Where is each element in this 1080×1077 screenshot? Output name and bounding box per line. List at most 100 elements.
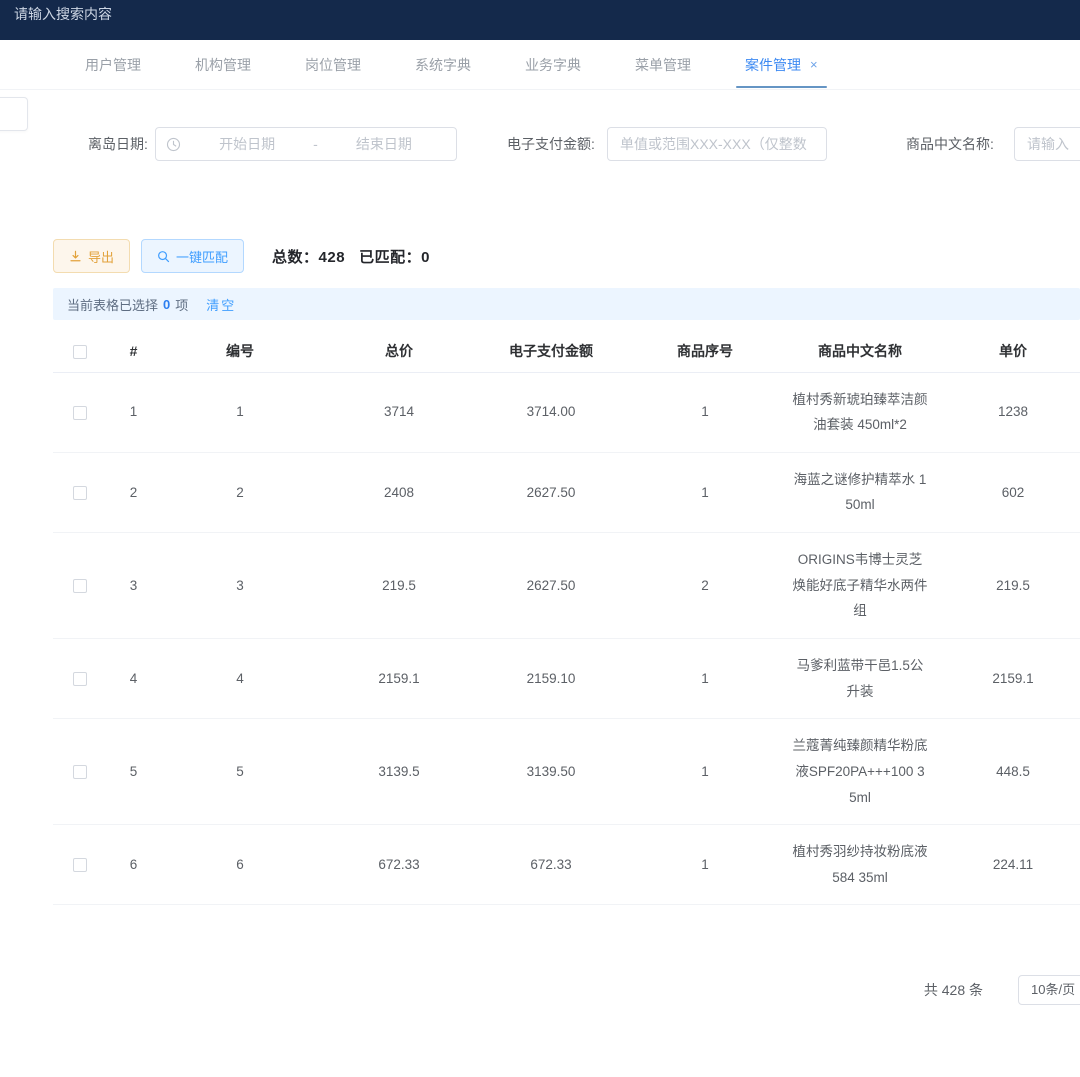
cell-epay-amount: 3714.00 bbox=[478, 372, 624, 452]
column-label: 电子支付金额 bbox=[509, 343, 593, 359]
cell-product-name: 海蓝之谜修护精萃水 150ml bbox=[786, 452, 934, 532]
cell-index: 3 bbox=[107, 533, 160, 639]
global-search-input[interactable] bbox=[14, 6, 274, 22]
download-icon bbox=[69, 250, 82, 263]
cell-index: 5 bbox=[107, 719, 160, 825]
table-row: 5 5 3139.5 3139.50 1 兰蔻菁纯臻颜精华粉底液SPF20PA+… bbox=[53, 719, 1080, 825]
tab-close-icon[interactable]: × bbox=[810, 58, 818, 71]
column-label: 商品中文名称 bbox=[818, 343, 902, 359]
cell-product-seq: 1 bbox=[624, 719, 786, 825]
table-row: 2 2 2408 2627.50 1 海蓝之谜修护精萃水 150ml 602 bbox=[53, 452, 1080, 532]
row-checkbox[interactable] bbox=[73, 406, 87, 420]
tab-item[interactable]: 用户管理 bbox=[58, 40, 168, 89]
selection-bar: 当前表格已选择 0 项 清空 bbox=[53, 288, 1080, 320]
table-row: 3 3 219.5 2627.50 2 ORIGINS韦博士灵芝焕能好底子精华水… bbox=[53, 533, 1080, 639]
sidebar-collapse-handle[interactable] bbox=[0, 97, 28, 131]
tab-item[interactable]: 业务字典 bbox=[498, 40, 608, 89]
data-table: # 编号 总价 电子支付金额 商品序号 商品中文名称 单价 1 1 3714 3714.00… bbox=[53, 330, 1080, 905]
product-name-input[interactable] bbox=[1015, 136, 1080, 152]
search-icon bbox=[157, 250, 170, 263]
date-range-picker[interactable]: - bbox=[155, 127, 457, 161]
tab-label: 业务字典 bbox=[525, 55, 581, 75]
column-label: 总价 bbox=[385, 343, 413, 359]
column-label: 单价 bbox=[999, 343, 1027, 359]
tab-item[interactable]: 机构管理 bbox=[168, 40, 278, 89]
cell-unit-price: 219.5 bbox=[934, 533, 1080, 639]
matched-value: 0 bbox=[421, 249, 430, 266]
table-body: 1 1 3714 3714.00 1 植村秀新琥珀臻萃洁颜油套装 450ml*2… bbox=[53, 372, 1080, 905]
row-checkbox[interactable] bbox=[73, 858, 87, 872]
table-row: 1 1 3714 3714.00 1 植村秀新琥珀臻萃洁颜油套装 450ml*2… bbox=[53, 372, 1080, 452]
tab-item[interactable]: 系统字典 bbox=[388, 40, 498, 89]
column-header[interactable]: 单价 bbox=[934, 330, 1080, 372]
cell-product-seq: 1 bbox=[624, 372, 786, 452]
row-checkbox[interactable] bbox=[73, 579, 87, 593]
cell-epay-amount: 2627.50 bbox=[478, 452, 624, 532]
table-row: 6 6 672.33 672.33 1 植村秀羽纱持妆粉底液 584 35ml … bbox=[53, 825, 1080, 905]
amount-filter-label: 电子支付金额: bbox=[507, 127, 595, 161]
cell-epay-amount: 672.33 bbox=[478, 825, 624, 905]
column-header[interactable]: 商品序号 bbox=[624, 330, 786, 372]
column-header[interactable]: 编号 bbox=[160, 330, 320, 372]
tab-label: 用户管理 bbox=[85, 55, 141, 75]
cell-code: 2 bbox=[160, 452, 320, 532]
total-value: 428 bbox=[319, 249, 346, 266]
cell-total-price: 3139.5 bbox=[320, 719, 478, 825]
total-label: 总数： bbox=[272, 249, 319, 266]
cell-total-price: 2408 bbox=[320, 452, 478, 532]
tab-item[interactable]: 岗位管理 bbox=[278, 40, 388, 89]
cell-product-name: 植村秀羽纱持妆粉底液 584 35ml bbox=[786, 825, 934, 905]
select-all-checkbox[interactable] bbox=[73, 345, 87, 359]
column-header[interactable]: 总价 bbox=[320, 330, 478, 372]
cell-unit-price: 1238 bbox=[934, 372, 1080, 452]
row-checkbox[interactable] bbox=[73, 672, 87, 686]
filter-row: 离岛日期: - 电子支付金额: 商品中文名称: bbox=[0, 127, 1080, 163]
row-checkbox-cell bbox=[53, 372, 107, 452]
tab-item[interactable]: 菜单管理 bbox=[608, 40, 718, 89]
tab-label: 机构管理 bbox=[195, 55, 251, 75]
row-checkbox[interactable] bbox=[73, 486, 87, 500]
cell-product-seq: 2 bbox=[624, 533, 786, 639]
product-name-input-box bbox=[1014, 127, 1080, 161]
product-name-filter-label: 商品中文名称: bbox=[906, 127, 994, 161]
tab-label: 案件管理 bbox=[745, 55, 801, 75]
amount-input-box bbox=[607, 127, 827, 161]
column-header[interactable]: 商品中文名称 bbox=[786, 330, 934, 372]
amount-input[interactable] bbox=[608, 136, 826, 152]
export-button-label: 导出 bbox=[88, 247, 114, 266]
cell-index: 4 bbox=[107, 638, 160, 718]
start-date-input[interactable] bbox=[185, 136, 309, 152]
row-checkbox-cell bbox=[53, 638, 107, 718]
cell-product-name: 兰蔻菁纯臻颜精华粉底液SPF20PA+++100 35ml bbox=[786, 719, 934, 825]
date-range-separator: - bbox=[309, 136, 322, 152]
tab-label: 岗位管理 bbox=[305, 55, 361, 75]
column-label: # bbox=[130, 343, 138, 359]
cell-epay-amount: 3139.50 bbox=[478, 719, 624, 825]
table-header-row: # 编号 总价 电子支付金额 商品序号 商品中文名称 单价 bbox=[53, 330, 1080, 372]
cell-total-price: 2159.1 bbox=[320, 638, 478, 718]
row-checkbox[interactable] bbox=[73, 765, 87, 779]
matched-label: 已匹配： bbox=[359, 249, 421, 266]
row-checkbox-cell bbox=[53, 719, 107, 825]
row-checkbox-cell bbox=[53, 825, 107, 905]
pagination-bar: 共 428 条 10条/页 bbox=[0, 974, 1080, 1006]
cell-product-name: ORIGINS韦博士灵芝焕能好底子精华水两件组 bbox=[786, 533, 934, 639]
one-click-match-button[interactable]: 一键匹配 bbox=[141, 239, 244, 273]
table-row: 4 4 2159.1 2159.10 1 马爹利蓝带干邑1.5公升装 2159.… bbox=[53, 638, 1080, 718]
end-date-input[interactable] bbox=[322, 136, 446, 152]
top-navbar bbox=[0, 0, 1080, 40]
column-header[interactable]: # bbox=[107, 330, 160, 372]
tab-item[interactable]: 案件管理 × bbox=[718, 40, 845, 89]
page-size-select[interactable]: 10条/页 bbox=[1018, 975, 1080, 1005]
cell-product-seq: 1 bbox=[624, 638, 786, 718]
cell-unit-price: 224.11 bbox=[934, 825, 1080, 905]
tab-bar: 用户管理 机构管理 岗位管理 系统字典 业务字典 菜单管理 案件管理 × bbox=[0, 40, 1080, 90]
clear-selection-link[interactable]: 清空 bbox=[206, 295, 236, 314]
tab-label: 系统字典 bbox=[415, 55, 471, 75]
cell-product-seq: 1 bbox=[624, 452, 786, 532]
column-header[interactable]: 电子支付金额 bbox=[478, 330, 624, 372]
cell-index: 1 bbox=[107, 372, 160, 452]
date-filter-label: 离岛日期: bbox=[88, 127, 148, 161]
row-checkbox-cell bbox=[53, 533, 107, 639]
export-button[interactable]: 导出 bbox=[53, 239, 130, 273]
